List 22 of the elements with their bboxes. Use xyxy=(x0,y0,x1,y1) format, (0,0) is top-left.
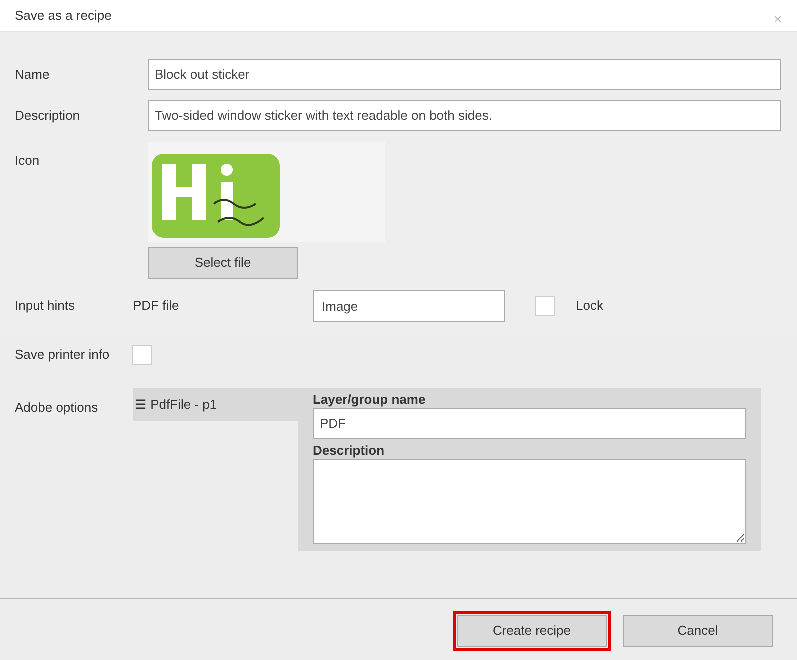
field-label: Save printer info xyxy=(14,346,111,364)
field-label: Name xyxy=(14,66,51,84)
layer-list-item[interactable]: ☰ PdfFile - p1 xyxy=(133,388,298,421)
lock-checkbox[interactable] xyxy=(535,296,555,316)
name-field[interactable]: Block out sticker xyxy=(148,59,781,90)
dialog-button[interactable]: Cancel xyxy=(623,614,773,646)
layer-name-field[interactable]: PDF xyxy=(313,408,746,439)
field-label: Description xyxy=(14,106,82,125)
field-label: Layer/group name xyxy=(313,391,427,408)
image-hint-field[interactable]: Image xyxy=(313,290,505,322)
dialog-button[interactable]: Create recipe xyxy=(457,614,607,646)
window-title: Save as a recipe xyxy=(15,6,112,25)
save-printer-info-checkbox[interactable] xyxy=(132,345,152,365)
layer-description-field[interactable] xyxy=(313,459,746,544)
field-label: Input hints xyxy=(14,297,76,316)
select-file-button[interactable]: Select file xyxy=(148,247,298,279)
field-label: Adobe options xyxy=(14,399,100,417)
checkbox-label: Lock xyxy=(576,297,604,316)
field-label: Icon xyxy=(14,152,41,170)
field-label: Description xyxy=(313,442,386,459)
description-field[interactable]: Two-sided window sticker with text readable on both sides. xyxy=(148,100,781,131)
hint-label: PDF file xyxy=(133,297,180,316)
